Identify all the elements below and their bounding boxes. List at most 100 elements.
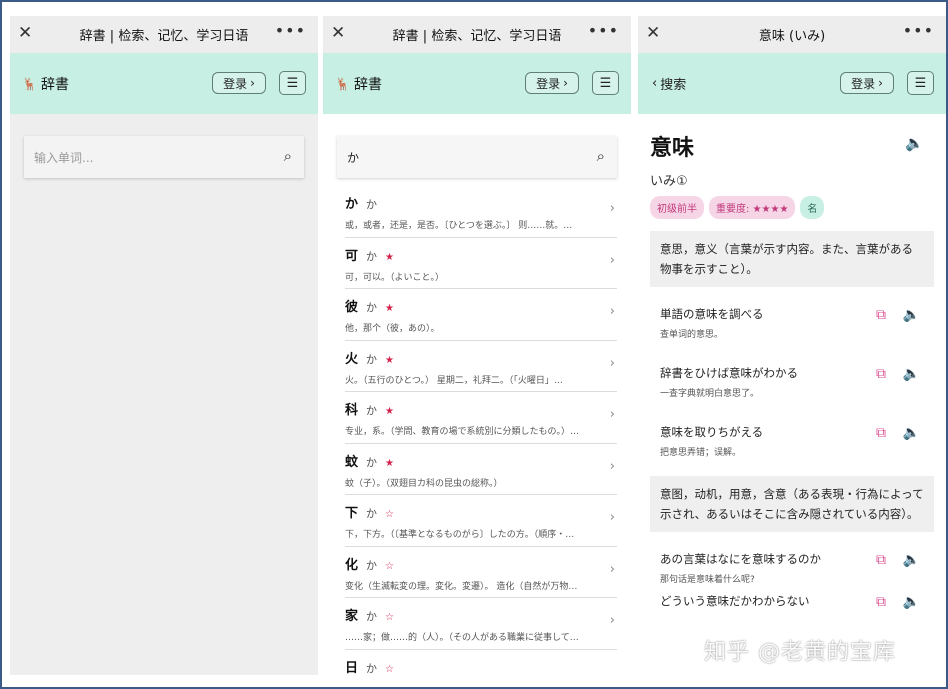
result-word: 科	[345, 403, 359, 418]
result-definition: 变化（生滅転変の理。変化。変遷）。 造化（自然が万物…	[345, 581, 578, 592]
result-item[interactable]: 日か ☆	[345, 650, 617, 676]
app-header: 🦌 辞書 登录 › ☰	[323, 53, 631, 114]
example-cn: 把意思弄错；误解。	[660, 448, 742, 458]
word-heading: 意味 🔈	[650, 130, 934, 161]
example-sentence: 辞書をひけば意味がわかる 一查字典就明白意思了。 ⧉ 🔈	[650, 346, 934, 405]
copy-icon[interactable]: ⧉	[876, 366, 886, 382]
result-word: か	[345, 197, 359, 212]
result-definition: 火。（五行のひとつ。） 星期二，礼拜二。（「火曜日」…	[345, 375, 563, 386]
result-definition: ……家；做……的（人）。（その人がある職業に従事して…	[345, 633, 579, 643]
brand-label: 辞書	[353, 76, 382, 93]
hamburger-icon: ☰	[599, 75, 612, 91]
pos-tag: 名	[800, 196, 825, 219]
login-button[interactable]: 登录 ›	[212, 72, 266, 94]
search-box[interactable]: か ⌕	[337, 136, 617, 178]
search-icon[interactable]: ⌕	[284, 147, 292, 165]
importance-star: ☆	[385, 663, 394, 675]
result-item[interactable]: 家か ☆ ……家；做……的（人）。（その人がある職業に従事して… ›	[345, 598, 617, 650]
result-word: 蚊	[345, 454, 359, 470]
result-reading: か	[366, 661, 378, 675]
chevron-right-icon: ›	[609, 201, 615, 216]
result-definition: 或，或者，还是，是否。〔ひとつを選ぶ。〕 则……就。…	[345, 221, 573, 231]
example-cn: 一查字典就明白意思了。	[660, 389, 760, 399]
watermark: 知乎 @老黄的宝库	[704, 640, 896, 665]
brand-label: 辞書	[40, 76, 69, 93]
result-definition: 专业，系。（学問、教育の場で系統別に分類したもの。）…	[345, 427, 580, 437]
close-icon[interactable]: ✕	[646, 23, 660, 43]
result-word: 家	[345, 609, 359, 624]
result-word: 彼	[345, 300, 359, 315]
chevron-right-icon: ›	[609, 458, 615, 474]
login-button[interactable]: 登录 ›	[840, 72, 894, 94]
result-definition: 可，可以。（よいこと。）	[345, 272, 445, 283]
deer-icon: 🦌	[22, 76, 37, 91]
close-icon[interactable]: ✕	[18, 23, 32, 43]
result-item[interactable]: かか 或，或者，还是，是否。〔ひとつを選ぶ。〕 则……就。… ›	[345, 186, 617, 238]
deer-icon: 🦌	[335, 76, 350, 91]
wechat-title-bar: ✕ 辞書 | 检索、记忆、学习日语 •••	[10, 16, 318, 53]
menu-button[interactable]: ☰	[907, 71, 934, 95]
login-button[interactable]: 登录 ›	[525, 72, 579, 94]
speaker-icon[interactable]: 🔈	[903, 552, 920, 568]
login-label: 登录	[851, 76, 876, 91]
window-title: 意味 (いみ)	[758, 29, 826, 44]
speaker-icon[interactable]: 🔈	[903, 366, 920, 382]
window-title: 辞書 | 检索、记忆、学习日语	[79, 29, 249, 44]
wechat-title-bar: ✕ 辞書 | 检索、记忆、学习日语 •••	[323, 16, 631, 53]
hamburger-icon: ☰	[914, 75, 927, 91]
result-item[interactable]: 火か ★ 火。（五行のひとつ。） 星期二，礼拜二。（「火曜日」… ›	[345, 341, 617, 392]
speaker-icon[interactable]: 🔈	[903, 594, 920, 610]
result-item[interactable]: 化か ☆ 变化（生滅転変の理。変化。変遷）。 造化（自然が万物… ›	[345, 547, 617, 598]
result-definition: 下，下方。（〔基準となるものがら〕したの方。（順序・…	[345, 530, 575, 540]
result-item[interactable]: 可か ★ 可，可以。（よいこと。） ›	[345, 238, 617, 289]
chevron-right-icon: ›	[609, 252, 615, 268]
importance-star: ★	[385, 303, 394, 314]
result-reading: か	[366, 352, 378, 366]
copy-icon[interactable]: ⧉	[876, 594, 886, 610]
result-definition: 蚊（子）。（双翅目カ科の昆虫の総称。）	[345, 478, 503, 489]
search-input[interactable]: 输入单词...	[34, 149, 93, 166]
more-icon[interactable]: •••	[588, 21, 619, 40]
close-icon[interactable]: ✕	[331, 23, 345, 43]
importance-star: ★	[385, 251, 394, 263]
result-item[interactable]: 下か ☆ 下，下方。（〔基準となるものがら〕したの方。（順序・… ›	[345, 495, 617, 547]
result-reading: か	[366, 301, 378, 314]
copy-icon[interactable]: ⧉	[876, 307, 886, 323]
search-input[interactable]: か	[347, 149, 359, 166]
example-jp: あの言葉はなにを意味するのか	[660, 552, 821, 566]
speaker-icon[interactable]: 🔈	[903, 307, 920, 323]
result-word: 可	[345, 248, 359, 264]
chevron-right-icon: ›	[609, 304, 615, 319]
example-cn: 查单词的意思。	[660, 330, 724, 340]
result-item[interactable]: 蚊か ★ 蚊（子）。（双翅目カ科の昆虫の総称。） ›	[345, 444, 617, 495]
copy-icon[interactable]: ⧉	[876, 552, 886, 568]
speaker-icon[interactable]: 🔈	[903, 425, 920, 441]
result-item[interactable]: 彼か ★ 他，那个（彼，あの）。 ›	[345, 289, 617, 341]
screen-word-detail: ✕ 意味 (いみ) ••• ‹ 搜索 登录 › ☰ 意味 🔈 いみ① 初级前半 …	[638, 16, 946, 675]
chevron-right-icon: ›	[609, 613, 615, 628]
word-text: 意味	[650, 136, 695, 161]
brand[interactable]: 🦌 辞書	[22, 74, 69, 94]
result-word: 火	[345, 351, 359, 367]
speaker-icon[interactable]: 🔈	[905, 134, 924, 152]
example-jp: どういう意味だかわからない	[660, 594, 810, 608]
more-icon[interactable]: •••	[275, 21, 306, 40]
search-box[interactable]: 输入单词... ⌕	[24, 136, 304, 178]
back-button[interactable]: ‹ 搜索	[652, 74, 686, 93]
menu-button[interactable]: ☰	[592, 71, 619, 95]
window-title: 辞書 | 检索、记忆、学习日语	[392, 29, 562, 44]
search-icon[interactable]: ⌕	[597, 147, 605, 165]
more-icon[interactable]: •••	[903, 21, 934, 40]
level-tag: 初级前半	[650, 196, 704, 219]
menu-button[interactable]: ☰	[279, 71, 306, 95]
chevron-right-icon: ›	[563, 76, 568, 90]
result-reading: か	[366, 404, 378, 417]
copy-icon[interactable]: ⧉	[876, 425, 886, 441]
example-sentence: あの言葉はなにを意味するのか 那句话是意味着什么呢? ⧉ 🔈	[650, 532, 934, 591]
result-word: 下	[345, 506, 359, 521]
result-item[interactable]: 科か ★ 专业，系。（学問、教育の場で系統別に分類したもの。）… ›	[345, 392, 617, 444]
brand[interactable]: 🦌 辞書	[335, 74, 382, 94]
example-sentence: 単語の意味を調べる 查单词的意思。 ⧉ 🔈	[650, 287, 934, 346]
chevron-right-icon: ›	[878, 76, 883, 90]
result-definition: 他，那个（彼，あの）。	[345, 324, 440, 334]
